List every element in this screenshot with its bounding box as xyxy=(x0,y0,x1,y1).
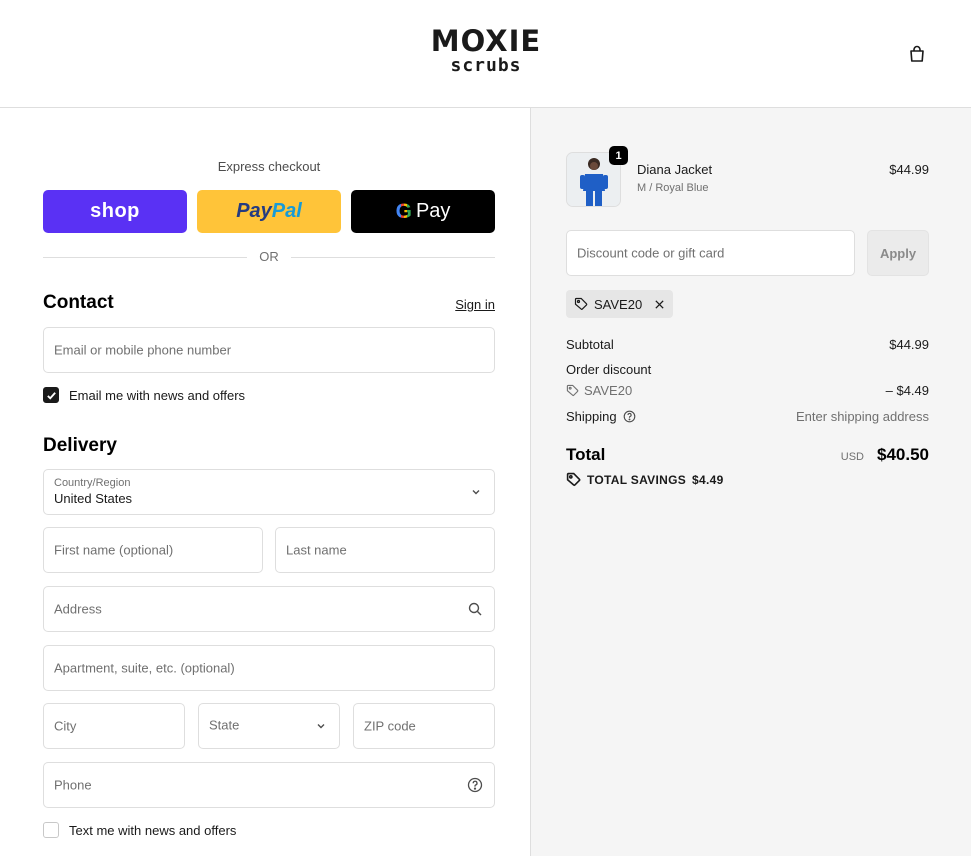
state-select[interactable]: State xyxy=(198,703,340,749)
address-field[interactable]: Address xyxy=(43,586,495,632)
tag-icon xyxy=(566,472,581,486)
paypal-label-b: Pal xyxy=(271,200,302,222)
question-circle-icon[interactable] xyxy=(467,777,483,793)
close-icon xyxy=(655,299,664,309)
cart-button[interactable] xyxy=(904,41,930,67)
shop-pay-label: shop xyxy=(90,200,140,222)
product-name: Diana Jacket xyxy=(637,162,713,177)
order-discount-code-row: SAVE20 xyxy=(566,383,632,398)
subtotal-label: Subtotal xyxy=(566,337,614,352)
divider-line-right xyxy=(291,257,495,258)
subtotal-value: $44.99 xyxy=(889,337,929,352)
search-icon[interactable] xyxy=(468,602,482,616)
order-discount-label: Order discount xyxy=(566,362,652,377)
google-pay-button[interactable]: G Pay xyxy=(351,190,495,233)
applied-discount-code: SAVE20 xyxy=(594,296,643,312)
paypal-button[interactable]: Pay Pal xyxy=(197,190,341,233)
shipping-row: Shipping xyxy=(566,409,636,424)
last-name-placeholder: Last name xyxy=(286,542,347,558)
question-circle-icon[interactable] xyxy=(623,410,636,423)
sms-news-checkbox-row[interactable]: Text me with news and offers xyxy=(43,822,236,838)
product-variant: M / Royal Blue xyxy=(637,182,709,194)
shipping-label: Shipping xyxy=(566,409,617,424)
email-placeholder: Email or mobile phone number xyxy=(54,342,232,358)
email-news-checkbox[interactable] xyxy=(43,387,59,403)
shipping-value: Enter shipping address xyxy=(796,409,929,424)
total-savings-value: $4.49 xyxy=(692,472,724,487)
total-currency: USD xyxy=(840,451,864,463)
brand-logo-bottom: scrubs xyxy=(450,55,522,76)
last-name-field[interactable]: Last name xyxy=(275,527,495,573)
address-placeholder: Address xyxy=(54,601,102,617)
tag-icon xyxy=(566,384,579,396)
email-news-checkbox-row[interactable]: Email me with news and offers xyxy=(43,387,245,403)
discount-code-placeholder: Discount code or gift card xyxy=(577,245,725,261)
brand-logo-top: MOXIE xyxy=(430,24,542,58)
contact-title: Contact xyxy=(43,292,114,313)
country-select[interactable]: Country/Region United States xyxy=(43,469,495,515)
site-header: MOXIE scrubs xyxy=(0,0,971,108)
express-checkout-title: Express checkout xyxy=(217,159,321,174)
sign-in-link[interactable]: Sign in xyxy=(440,297,495,312)
order-discount-code: SAVE20 xyxy=(584,383,633,398)
order-discount-value: – $4.49 xyxy=(885,383,929,398)
brand-logo[interactable]: MOXIE scrubs xyxy=(424,26,548,80)
city-placeholder: City xyxy=(54,718,77,734)
product-price: $44.99 xyxy=(889,162,929,177)
tag-icon xyxy=(574,297,588,310)
applied-discount-chip: SAVE20 xyxy=(566,290,674,318)
apartment-field[interactable]: Apartment, suite, etc. (optional) xyxy=(43,645,495,691)
google-pay-label: Pay xyxy=(415,200,451,222)
phone-field[interactable]: Phone xyxy=(43,762,495,808)
google-g-icon: G xyxy=(395,199,412,223)
zip-placeholder: ZIP code xyxy=(364,718,416,734)
sms-news-label: Text me with news and offers xyxy=(69,822,237,838)
delivery-title: Delivery xyxy=(43,435,117,456)
total-label: Total xyxy=(566,445,606,464)
zip-field[interactable]: ZIP code xyxy=(353,703,495,749)
country-label: Country/Region xyxy=(54,477,131,489)
phone-placeholder: Phone xyxy=(54,777,92,793)
quantity-badge: 1 xyxy=(609,146,628,165)
total-savings-label: TOTAL SAVINGS xyxy=(587,472,687,487)
chevron-down-icon xyxy=(470,486,482,498)
country-value: United States xyxy=(54,491,133,506)
shopping-bag-icon xyxy=(910,45,924,62)
city-field[interactable]: City xyxy=(43,703,185,749)
chevron-down-icon xyxy=(315,720,327,732)
apartment-placeholder: Apartment, suite, etc. (optional) xyxy=(54,660,235,676)
first-name-placeholder: First name (optional) xyxy=(54,542,174,558)
checkmark-icon xyxy=(46,391,56,400)
sms-news-checkbox[interactable] xyxy=(43,822,59,838)
email-field[interactable]: Email or mobile phone number xyxy=(43,327,495,373)
email-news-label: Email me with news and offers xyxy=(69,387,246,403)
discount-code-field[interactable]: Discount code or gift card xyxy=(566,230,855,276)
total-value: $40.50 xyxy=(877,445,929,464)
remove-discount-button[interactable] xyxy=(654,299,665,310)
shop-pay-button[interactable]: shop xyxy=(43,190,187,233)
paypal-label-a: Pay xyxy=(236,200,272,222)
state-placeholder: State xyxy=(209,717,240,733)
apply-discount-button[interactable]: Apply xyxy=(867,230,929,276)
total-savings: TOTAL SAVINGS $4.49 xyxy=(566,472,724,487)
first-name-field[interactable]: First name (optional) xyxy=(43,527,263,573)
or-divider: OR xyxy=(43,249,495,265)
